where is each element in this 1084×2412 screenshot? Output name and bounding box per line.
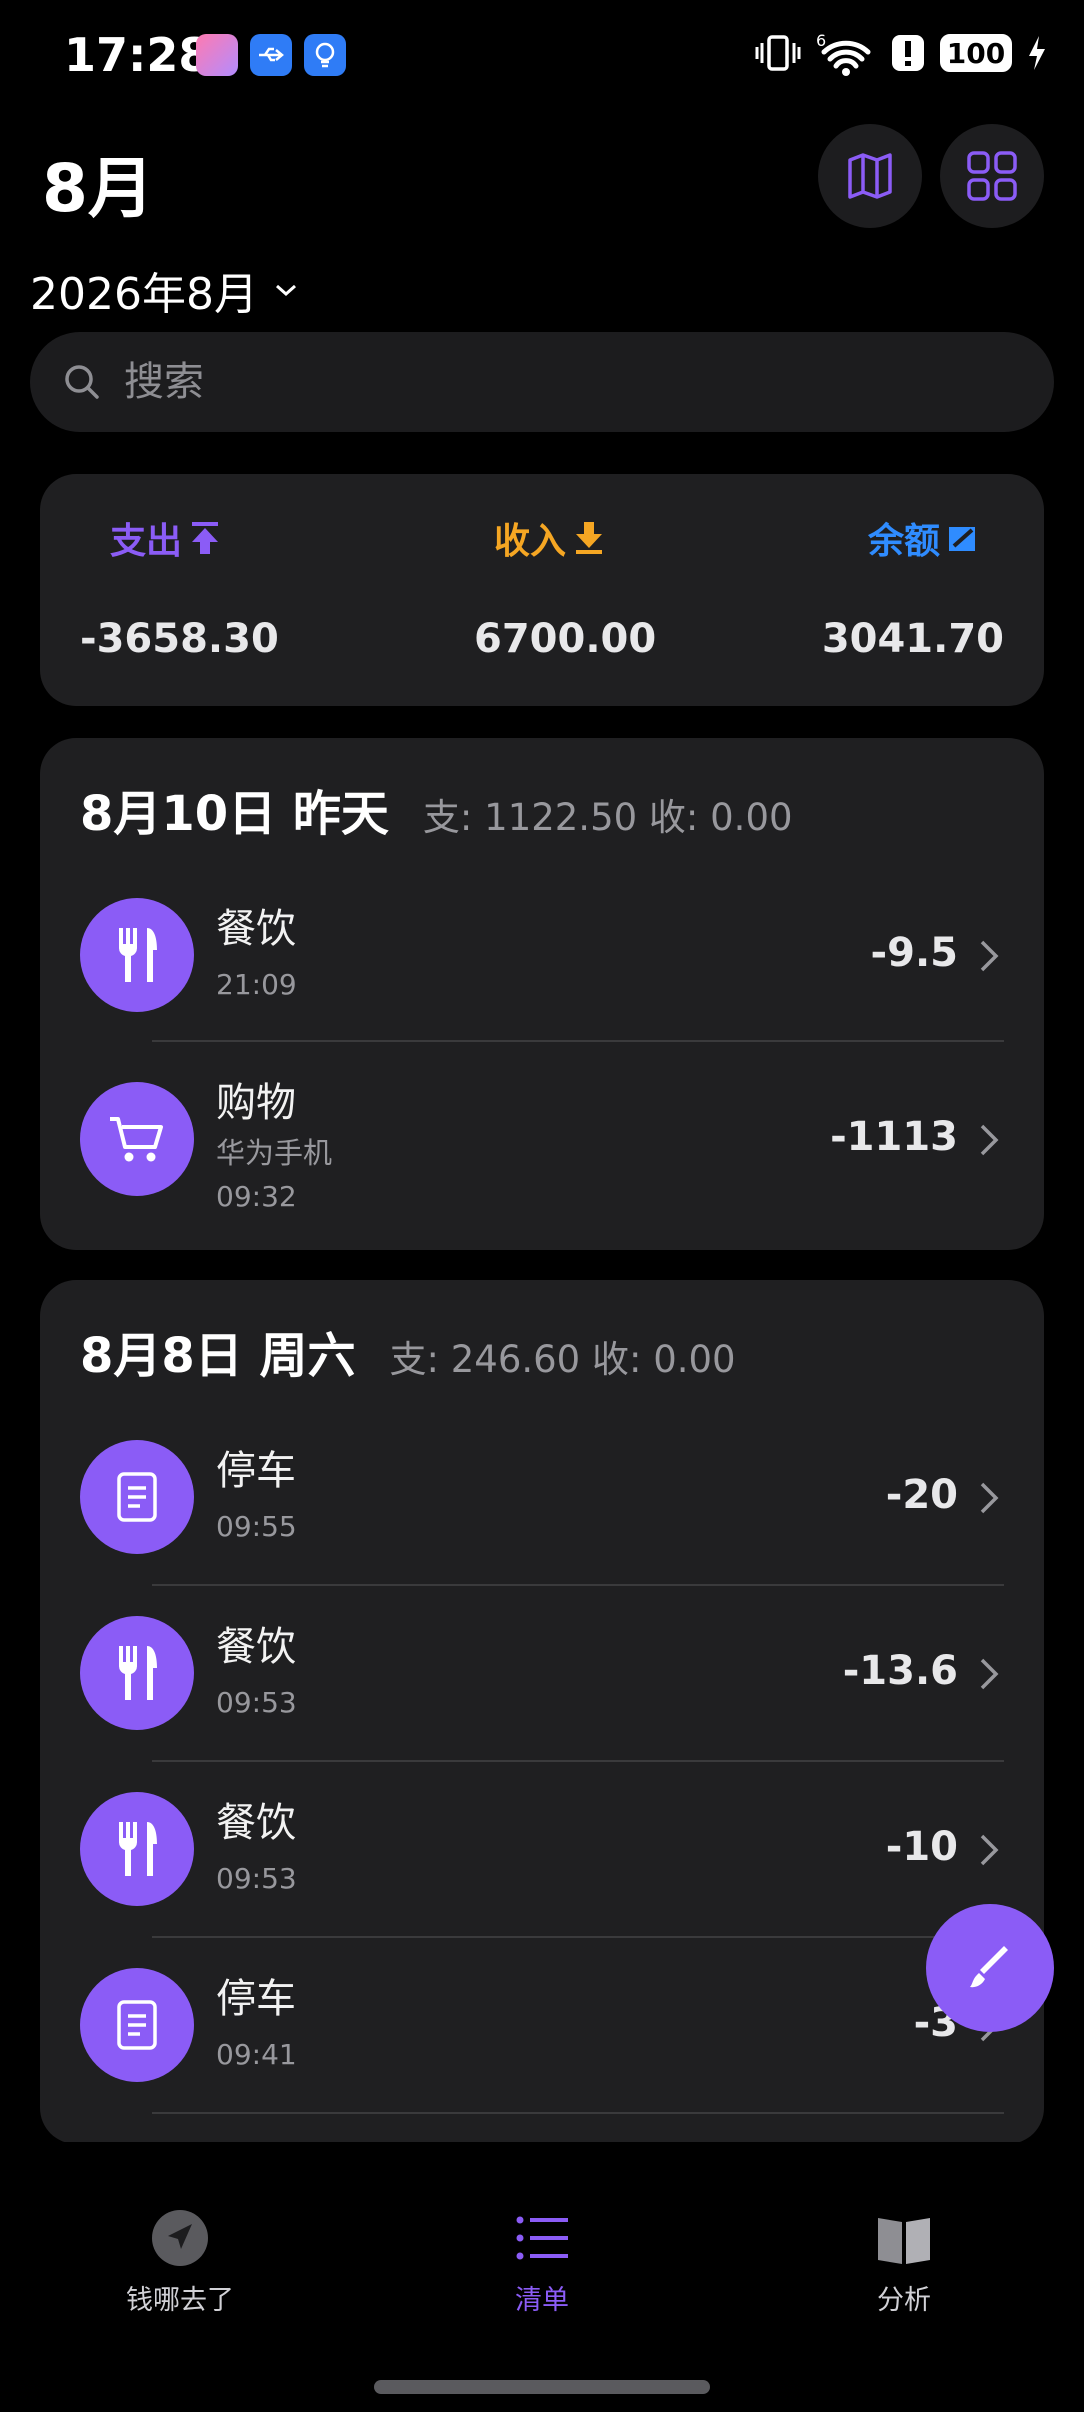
arrow-up-icon [192,522,219,554]
nav-label: 清单 [515,2285,569,2316]
fork-knife-icon [80,898,194,1012]
balance-label-text: 余额 [868,521,941,562]
nav-label: 钱哪去了 [126,2285,234,2316]
navigation-arrow-icon [152,2210,208,2266]
search-input[interactable] [124,359,924,405]
nav-label: 分析 [877,2285,931,2316]
transaction-time: 09:55 [216,1510,297,1543]
transaction-row[interactable]: 购物 华为手机 09:32 -1113 [40,1042,1044,1242]
search-icon [65,365,99,399]
lightbulb-icon [304,34,346,76]
chevron-down-icon [275,284,296,297]
day-card: 8月10日 昨天 支: 1122.50 收: 0.00 餐饮 21:09 -9.… [40,738,1044,1250]
transaction-time: 09:53 [216,1686,297,1719]
transaction-row[interactable]: 餐饮 09:53 -10 [40,1762,1044,1938]
transaction-category: 餐饮 [216,1624,296,1670]
day-stats: 支: 246.60 收: 0.00 [389,1338,736,1381]
chevron-right-icon [980,1834,999,1866]
nav-item-analysis[interactable]: 分析 [784,2208,1024,2317]
brush-icon [970,1946,1008,1988]
add-record-button[interactable] [926,1904,1054,2032]
transaction-category: 餐饮 [216,906,296,952]
transaction-time: 09:53 [216,1862,297,1895]
summary-card: 支出 收入 余额 -3658.30 6700.00 3041.70 [40,474,1044,706]
grid-icon [967,151,1017,201]
transaction-time: 09:32 [216,1180,297,1213]
expense-value: -3658.30 [80,616,279,662]
transaction-note: 华为手机 [216,1136,333,1170]
chevron-right-icon [980,1482,999,1514]
usb-icon [250,34,292,76]
status-time: 17:28 [64,28,211,82]
battery-indicator: 100 [940,34,1012,72]
balance-value: 3041.70 [821,616,1004,662]
transaction-amount: -1113 [830,1114,958,1160]
bottom-nav: 钱哪去了 清单 分析 [0,2142,1084,2412]
transaction-row[interactable]: 餐饮 09:53 -13.6 [40,1586,1044,1762]
income-label-text: 收入 [494,521,567,562]
chevron-right-icon [980,1124,999,1156]
fork-knife-icon [80,1616,194,1730]
chevron-right-icon [980,1658,999,1690]
transaction-amount: -9.5 [870,930,958,976]
grid-menu-button[interactable] [940,124,1044,228]
charging-icon [1029,36,1045,70]
receipt-icon [80,1968,194,2082]
chevron-right-icon [980,940,999,972]
date-selector[interactable]: 2026年8月 [30,258,298,322]
transaction-category: 停车 [216,1976,296,2022]
status-bar: 17:28 6 100 [0,0,1084,110]
day-card: 8月8日 周六 支: 246.60 收: 0.00 停车 09:55 -20 餐… [40,1280,1044,2144]
balance-icon [949,527,976,551]
fork-knife-icon [80,1792,194,1906]
nav-item-list[interactable]: 清单 [422,2208,662,2317]
day-header: 8月10日 昨天 支: 1122.50 收: 0.00 [80,774,793,844]
transaction-category: 餐饮 [216,1800,296,1846]
page-title: 8月 [42,150,154,227]
alert-icon [892,35,924,71]
transaction-time: 21:09 [216,968,297,1001]
arrow-down-icon [576,522,603,554]
wifi-icon: 6 [816,31,871,76]
home-indicator[interactable] [374,2380,710,2394]
divider [152,2112,1004,2114]
income-label[interactable]: 收入 [494,512,606,564]
list-icon [516,2216,568,2260]
search-bar[interactable] [30,332,1054,432]
cart-icon [80,1082,194,1196]
map-button[interactable] [818,124,922,228]
nav-item-where-money[interactable]: 钱哪去了 [60,2208,300,2317]
receipt-icon [80,1440,194,1554]
transaction-row[interactable]: 停车 09:55 -20 [40,1410,1044,1586]
day-title: 8月10日 昨天 [80,786,389,842]
day-title: 8月8日 周六 [80,1328,356,1384]
transaction-category: 停车 [216,1448,296,1494]
balance-label[interactable]: 余额 [868,512,978,564]
transaction-amount: -10 [885,1824,958,1870]
income-value: 6700.00 [474,616,657,662]
book-icon [878,2218,930,2264]
transaction-amount: -13.6 [842,1648,958,1694]
transaction-row[interactable]: 停车 09:41 -3 [40,1938,1044,2114]
day-stats: 支: 1122.50 收: 0.00 [422,796,793,839]
notes-app-icon [196,34,238,76]
transaction-amount: -20 [885,1472,958,1518]
date-selector-label: 2026年8月 [30,269,258,320]
transaction-row[interactable]: 餐饮 21:09 -9.5 [40,868,1044,1048]
svg-text:6: 6 [816,31,826,50]
transaction-category: 购物 [216,1080,296,1126]
expense-label-text: 支出 [110,521,183,562]
transaction-time: 09:41 [216,2038,297,2071]
expense-label[interactable]: 支出 [110,512,222,564]
map-icon [848,153,892,199]
vibrate-icon [755,35,801,71]
day-header: 8月8日 周六 支: 246.60 收: 0.00 [80,1316,736,1386]
